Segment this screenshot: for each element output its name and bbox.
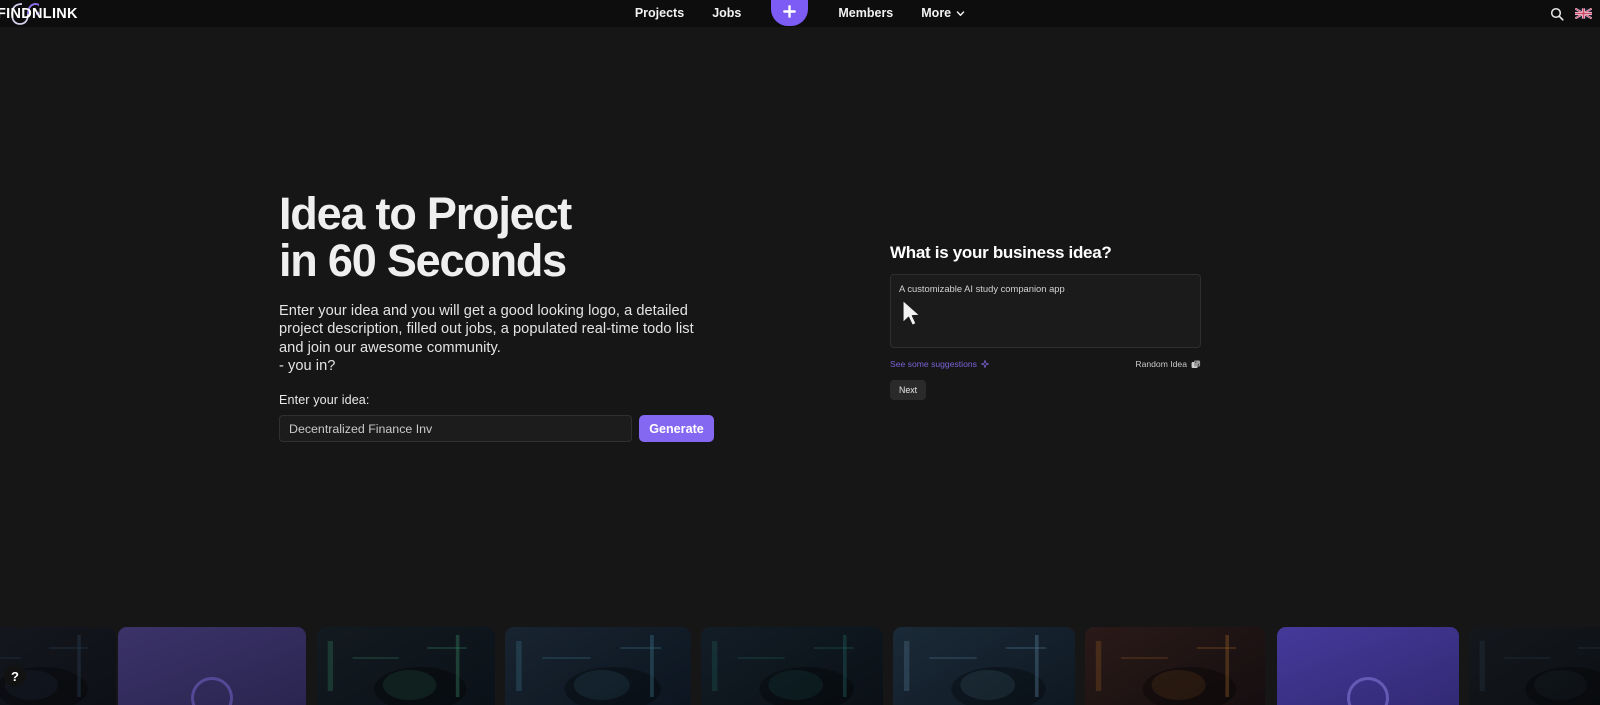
carousel-card[interactable] <box>893 627 1075 705</box>
carousel-card[interactable] <box>317 627 495 705</box>
carousel-card-image <box>1469 627 1600 705</box>
next-button[interactable]: Next <box>890 380 927 400</box>
nav-item-more[interactable]: More <box>907 0 979 27</box>
idea-input[interactable] <box>279 415 632 443</box>
carousel-card-image <box>701 627 883 705</box>
nav-item-jobs[interactable]: Jobs <box>698 0 755 27</box>
logo-text: FINDNLINK <box>0 6 78 22</box>
panel-actions: See some suggestions Random Idea <box>890 359 1201 369</box>
create-new-button[interactable] <box>771 0 809 26</box>
generate-button[interactable]: Generate <box>639 415 714 443</box>
see-suggestions-link[interactable]: See some suggestions <box>890 359 989 369</box>
carousel-card-image <box>893 627 1075 705</box>
carousel-card[interactable] <box>701 627 883 705</box>
chevron-down-icon <box>956 11 965 16</box>
project-card-carousel[interactable] <box>0 623 1600 705</box>
see-suggestions-label: See some suggestions <box>890 359 977 369</box>
carousel-card[interactable] <box>1085 627 1265 705</box>
uk-flag-icon[interactable] <box>1575 8 1592 19</box>
carousel-card[interactable] <box>118 627 306 705</box>
business-idea-textarea[interactable] <box>890 274 1201 348</box>
page-title: Idea to Project in 60 Seconds <box>279 188 572 286</box>
business-idea-panel: What is your business idea? See some sug… <box>890 243 1202 400</box>
main-nav: Projects Jobs Members More <box>0 0 1600 27</box>
idea-form: Generate <box>279 415 749 443</box>
header-actions <box>1550 0 1592 27</box>
carousel-card[interactable] <box>505 627 691 705</box>
dice-icon <box>1191 359 1201 368</box>
carousel-card-image <box>505 627 691 705</box>
search-icon[interactable] <box>1550 7 1564 21</box>
idea-input-label: Enter your idea: <box>279 393 370 408</box>
hero-left: Idea to Project in 60 Seconds Enter your… <box>279 188 749 443</box>
sparkle-icon <box>980 360 989 368</box>
carousel-card-image <box>317 627 495 705</box>
nav-item-members[interactable]: Members <box>824 0 907 27</box>
random-idea-button[interactable]: Random Idea <box>1135 359 1201 369</box>
hero-description: Enter your idea and you will get a good … <box>279 303 694 374</box>
nav-item-more-label: More <box>921 6 952 20</box>
carousel-card-image <box>1085 627 1265 705</box>
carousel-card[interactable] <box>1469 627 1600 705</box>
top-header: FINDNLINK Projects Jobs Members More <box>0 0 1600 27</box>
random-idea-label: Random Idea <box>1135 359 1187 369</box>
carousel-card[interactable] <box>1277 627 1459 705</box>
carousel-card-image <box>118 627 306 705</box>
plus-icon <box>783 5 797 18</box>
carousel-card-image <box>1277 627 1459 705</box>
nav-item-projects[interactable]: Projects <box>621 0 698 27</box>
panel-title: What is your business idea? <box>890 243 1112 262</box>
help-button[interactable]: ? <box>4 665 26 687</box>
